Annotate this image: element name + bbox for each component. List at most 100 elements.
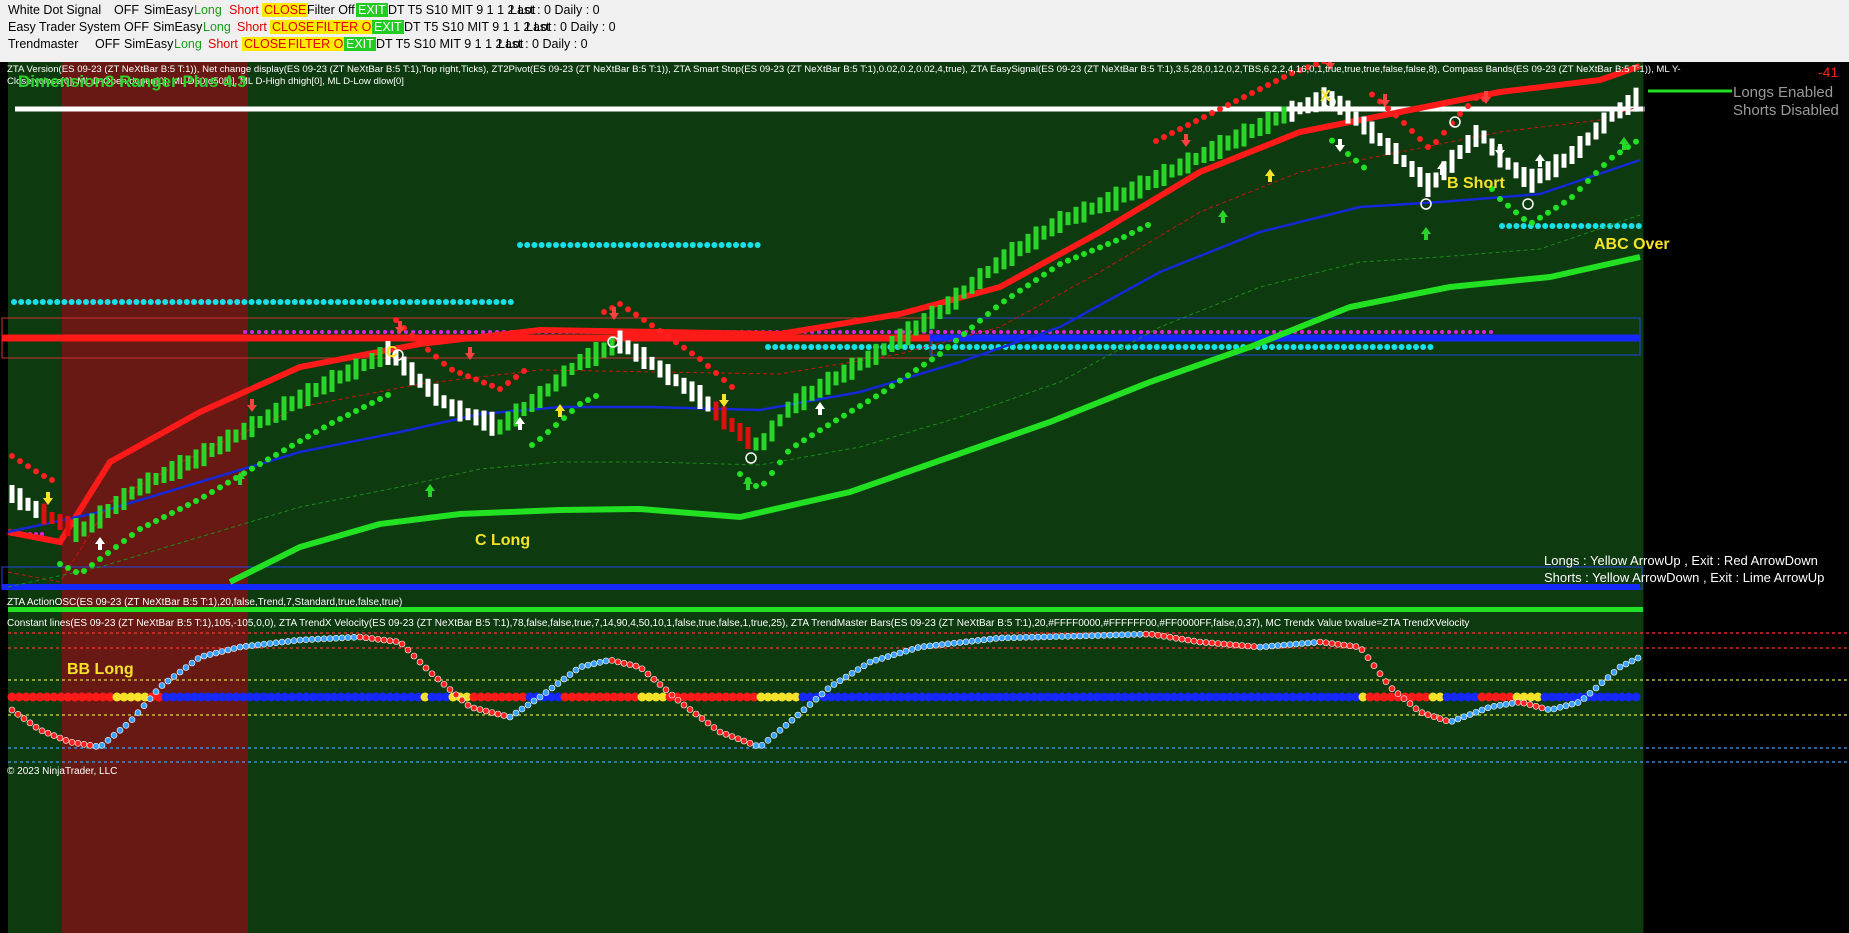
- off-button[interactable]: OFF: [124, 20, 149, 34]
- close-button[interactable]: CLOSE: [262, 3, 309, 17]
- cyan-dot-level: [500, 299, 507, 305]
- price-bar: [425, 378, 431, 397]
- sar-dot: [1041, 271, 1047, 278]
- simeasy-button[interactable]: SimEasy: [124, 37, 173, 51]
- velocity-dot: [572, 666, 580, 674]
- velocity-dot: [1202, 639, 1210, 646]
- magenta-dot-level: [1377, 330, 1381, 334]
- velocity-dot: [764, 737, 772, 744]
- sar-dot: [1273, 78, 1279, 84]
- cyan-dot-level: [111, 299, 118, 305]
- velocity-dot: [1268, 642, 1276, 650]
- chart-panel[interactable]: ZTA Version(ES 09-23 (ZT NeXtBar B:5 T:1…: [0, 62, 1849, 933]
- velocity-dot: [602, 657, 610, 665]
- sar-dot: [177, 506, 183, 512]
- price-bar: [785, 401, 791, 418]
- velocity-dot: [1622, 660, 1630, 668]
- exit-button[interactable]: EXIT: [356, 3, 388, 17]
- legend-shorts: Shorts : Yellow ArrowDown , Exit : Lime …: [1544, 570, 1825, 585]
- cyan-dot-level: [1269, 344, 1275, 350]
- velocity-dot: [782, 722, 790, 729]
- cyan-dot-level: [524, 242, 531, 248]
- velocity-dot: [488, 709, 496, 716]
- price-bar: [625, 340, 631, 355]
- price-bar: [217, 436, 223, 455]
- price-bar: [177, 455, 183, 479]
- velocity-dot: [158, 682, 166, 689]
- magenta-dot-level: [1265, 330, 1269, 334]
- chart-canvas[interactable]: [0, 62, 1849, 933]
- off-button[interactable]: OFF: [114, 3, 139, 17]
- sar-dot: [417, 339, 423, 346]
- simeasy-button[interactable]: SimEasy: [144, 3, 193, 17]
- simeasy-button[interactable]: SimEasy: [153, 20, 202, 34]
- velocity-dot: [1196, 638, 1204, 646]
- magenta-dot-level: [1356, 330, 1360, 334]
- magenta-dot-level: [1132, 330, 1136, 334]
- cyan-dot-level: [829, 344, 836, 350]
- price-bar: [153, 473, 159, 485]
- velocity-dot: [176, 668, 184, 676]
- exit-button[interactable]: EXIT: [344, 37, 376, 51]
- short-button[interactable]: Short: [229, 3, 259, 17]
- price-bar: [521, 402, 527, 416]
- velocity-dot: [1490, 703, 1498, 710]
- exit-button[interactable]: EXIT: [372, 20, 404, 34]
- magenta-dot-level: [943, 330, 947, 334]
- sar-dot: [649, 322, 655, 329]
- longs-status: Longs Enabled: [1733, 84, 1834, 101]
- price-bar: [553, 374, 559, 392]
- velocity-dot: [1328, 640, 1336, 647]
- price-bar: [417, 373, 423, 388]
- price-bar: [985, 266, 991, 278]
- cyan-dot-level: [299, 299, 305, 305]
- filter-button[interactable]: Filter Off: [307, 3, 355, 17]
- price-bar: [1065, 212, 1071, 226]
- long-button[interactable]: Long: [194, 3, 222, 17]
- cyan-dot-level: [1161, 344, 1167, 350]
- price-bar: [689, 381, 695, 402]
- price-bar: [49, 512, 55, 524]
- price-bar: [881, 343, 887, 356]
- short-button[interactable]: Short: [237, 20, 267, 34]
- price-bar: [1409, 161, 1415, 177]
- cyan-dot-level: [507, 299, 514, 305]
- sar-dot: [521, 368, 527, 374]
- sar-dot: [753, 483, 759, 489]
- sar-dot: [113, 544, 119, 550]
- short-button[interactable]: Short: [208, 37, 238, 51]
- sar-dot: [273, 451, 279, 458]
- velocity-dot: [332, 634, 340, 642]
- magenta-dot-level: [873, 330, 877, 334]
- price-bar: [1225, 135, 1231, 151]
- signal-c-long: C Long: [475, 532, 531, 549]
- long-button[interactable]: Long: [174, 37, 202, 51]
- price-bar: [1201, 147, 1207, 163]
- sar-dot: [193, 498, 199, 504]
- sar-dot: [1009, 293, 1015, 299]
- close-button[interactable]: CLOSE: [242, 37, 289, 51]
- price-bar: [81, 521, 87, 537]
- sar-dot: [977, 317, 983, 324]
- price-bar: [305, 383, 311, 407]
- price-bar: [913, 320, 919, 336]
- magenta-dot-level: [1139, 330, 1143, 334]
- velocity-dot: [164, 677, 172, 685]
- cyan-dot-level: [371, 299, 377, 305]
- magenta-dot-level: [1181, 330, 1185, 334]
- close-button[interactable]: CLOSE: [270, 20, 317, 34]
- velocity-dot: [962, 638, 970, 646]
- price-bar: [321, 376, 327, 395]
- cyan-dot-level: [779, 344, 786, 350]
- last-daily: Last : 0 Daily : 0: [498, 37, 588, 51]
- price-bar: [441, 395, 447, 409]
- price-bar: [33, 500, 39, 518]
- magenta-dot-level: [1111, 330, 1115, 334]
- velocity-dot: [1484, 704, 1492, 712]
- price-bar: [273, 402, 279, 423]
- off-button[interactable]: OFF: [95, 37, 120, 51]
- velocity-dot: [560, 675, 568, 683]
- long-button[interactable]: Long: [203, 20, 231, 34]
- price-bar: [1561, 153, 1567, 168]
- cyan-dot-level: [342, 299, 349, 305]
